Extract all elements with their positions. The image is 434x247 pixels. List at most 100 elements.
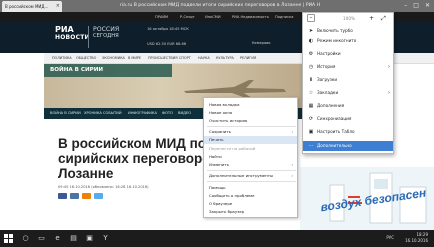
logo-top: РИА: [55, 25, 74, 34]
browser-tab[interactable]: В российском МИД... ×: [2, 1, 62, 12]
tab-title: В российском МИД...: [5, 4, 49, 9]
subnav-item[interactable]: ВИДЕО: [178, 108, 191, 119]
settings-icon: ⚙: [308, 51, 314, 57]
menu-item-more[interactable]: ⋯ Дополнительно: [303, 141, 393, 151]
ctx-item-close-browser[interactable]: Закрыть браузер: [204, 208, 297, 216]
topbar-link[interactable]: ИноСМИ: [205, 13, 221, 21]
download-icon: ⬇: [308, 77, 314, 83]
nav-item[interactable]: ПРОИСШЕСТВИЯ: [148, 53, 178, 64]
ctx-item-help[interactable]: Помощь: [204, 184, 297, 192]
header-date: 16 октября 18:45 МСК: [147, 27, 189, 31]
menu-item-settings[interactable]: ⚙ Настройки: [303, 49, 393, 59]
extensions-icon: ▦: [308, 103, 314, 109]
menu-item-bookmarks[interactable]: ☆ Закладки ›: [303, 88, 393, 98]
subnav-item[interactable]: ХРОНИКА СОБЫТИЙ: [84, 108, 122, 119]
clock-date: 16.10.2016: [405, 238, 428, 243]
task-view-icon[interactable]: ▭: [36, 233, 47, 244]
facebook-icon[interactable]: [58, 193, 67, 199]
topbar-link[interactable]: ПРАЙМ: [155, 13, 168, 21]
ctx-separator: [207, 126, 296, 127]
ctx-item-report[interactable]: Сообщить о проблеме: [204, 192, 297, 200]
chevron-right-icon: ›: [388, 64, 390, 70]
city-selector[interactable]: Кемерово: [252, 41, 270, 45]
chevron-right-icon: ›: [291, 129, 293, 134]
yandex-browser-icon[interactable]: Y: [100, 233, 111, 244]
window-title: ria.ru В российском МИД подвели итоги си…: [120, 3, 320, 8]
menu-item-dashboard[interactable]: ▣ Настроить Табло: [303, 127, 393, 137]
ctx-item-print[interactable]: Печать: [204, 136, 297, 144]
topbar-link[interactable]: Р-Спорт: [180, 13, 195, 21]
nav-item[interactable]: ОБЩЕСТВО: [76, 53, 96, 64]
zoom-out-button[interactable]: –: [307, 14, 315, 22]
subnav-item[interactable]: ВОЙНА В СИРИИ: [50, 108, 81, 119]
menu-item-downloads[interactable]: ⬇ Загрузки: [303, 75, 393, 85]
nav-item[interactable]: КУЛЬТУРА: [216, 53, 234, 64]
rocket-icon: ➤: [308, 28, 314, 34]
brand-line1: РОССИЯ: [93, 26, 120, 33]
ctx-item-clear-history[interactable]: Очистить историю: [204, 117, 297, 125]
ctx-item-edit[interactable]: Изменить ›: [204, 161, 297, 169]
nav-item[interactable]: В МИРЕ: [128, 53, 141, 64]
nav-item[interactable]: НАУКА: [198, 53, 210, 64]
ctx-item-find[interactable]: Найти: [204, 153, 297, 161]
menu-item-incognito[interactable]: ◐ Режим инкогнито: [303, 36, 393, 46]
dashboard-icon: ▣: [308, 129, 314, 135]
nav-item[interactable]: ЭКОНОМИКА: [102, 53, 125, 64]
social-buttons: [58, 193, 103, 199]
more-icon: ⋯: [308, 143, 314, 149]
sync-icon: ⟳: [308, 116, 314, 122]
nav-item[interactable]: СПОРТ: [179, 53, 191, 64]
zoom-row: – 100% + ⤢: [303, 13, 393, 24]
context-menu: Новая вкладка Новое окно Очистить истори…: [203, 97, 298, 218]
ria-logo[interactable]: РИА НОВОСТИ: [55, 25, 90, 48]
ctx-item-about[interactable]: О браузере: [204, 200, 297, 208]
brand-logo[interactable]: РОССИЯ СЕГОДНЯ: [88, 26, 128, 48]
minimize-button[interactable]: –: [404, 1, 407, 11]
ctx-item-pin[interactable]: Перенести на рабочий: [204, 145, 297, 153]
search-icon[interactable]: ○: [20, 233, 31, 244]
language-indicator[interactable]: РУС: [386, 235, 394, 240]
vk-icon[interactable]: [70, 193, 79, 199]
fullscreen-icon[interactable]: ⤢: [381, 14, 386, 23]
menu-item-sync[interactable]: ⟳ Синхронизация: [303, 114, 393, 124]
banner-title: ВОЙНА В СИРИИ: [44, 64, 172, 77]
close-tab-icon[interactable]: ×: [56, 1, 60, 12]
subnav-item[interactable]: ФОТО: [162, 108, 173, 119]
topbar-link[interactable]: Подписка: [275, 13, 293, 21]
menu-item-turbo[interactable]: ➤ Включить турбо: [303, 26, 393, 36]
incognito-icon: ◐: [308, 38, 314, 44]
zoom-in-button[interactable]: +: [369, 14, 374, 23]
nav-item[interactable]: ПОЛИТИКА: [52, 53, 72, 64]
explorer-icon[interactable]: ▤: [68, 233, 79, 244]
edge-icon[interactable]: e: [52, 233, 63, 244]
ok-icon[interactable]: [82, 193, 91, 199]
store-icon[interactable]: ▣: [84, 233, 95, 244]
menu-item-extensions[interactable]: ▦ Дополнения: [303, 101, 393, 111]
ctx-separator: [207, 181, 296, 182]
nav-item[interactable]: РЕЛИГИЯ: [240, 53, 256, 64]
maximize-button[interactable]: □: [413, 1, 419, 11]
topbar-link[interactable]: РИА Недвижимость: [232, 13, 269, 21]
chevron-right-icon: ›: [291, 162, 293, 167]
system-tray[interactable]: 18:29 16.10.2016: [405, 232, 428, 244]
subnav-item[interactable]: ИНФОГРАФИКА: [128, 108, 157, 119]
twitter-icon[interactable]: [94, 193, 103, 199]
brand-line2: СЕГОДНЯ: [93, 33, 119, 39]
zoom-level: 100%: [343, 16, 355, 21]
logo-bottom: НОВОСТИ: [55, 34, 90, 41]
jet-illustration: [184, 80, 286, 98]
star-icon: ☆: [308, 90, 314, 96]
window-controls: – □ ✕: [404, 1, 430, 11]
ctx-item-more-tools[interactable]: Дополнительные инструменты ›: [204, 172, 297, 180]
ctx-item-new-tab[interactable]: Новая вкладка: [204, 101, 297, 109]
ctx-item-save[interactable]: Сохранить ›: [204, 128, 297, 136]
close-button[interactable]: ✕: [425, 1, 430, 11]
ctx-separator: [207, 170, 296, 171]
menu-item-history[interactable]: ◷ История ›: [303, 62, 393, 72]
browser-menu: – 100% + ⤢ ➤ Включить турбо ◐ Режим инко…: [302, 12, 394, 154]
windows-start-icon[interactable]: [3, 233, 14, 244]
ctx-item-new-window[interactable]: Новое окно: [204, 109, 297, 117]
history-icon: ◷: [308, 64, 314, 70]
chevron-right-icon: ›: [291, 173, 293, 178]
chevron-right-icon: ›: [388, 90, 390, 96]
